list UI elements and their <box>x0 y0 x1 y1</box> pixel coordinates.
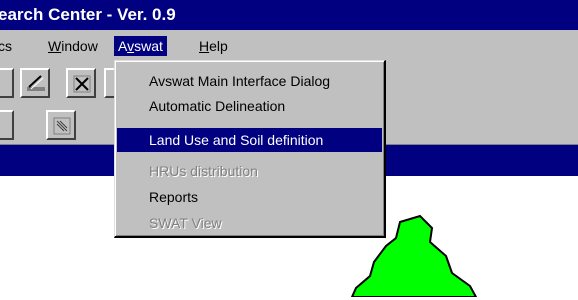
pencil-icon <box>27 75 45 91</box>
edit-tool-button[interactable] <box>20 68 50 98</box>
menu-graphics[interactable]: cs <box>0 36 12 56</box>
menu-item-swat-view: SWAT View <box>149 215 222 231</box>
menu-avswat[interactable]: Avswat <box>114 36 167 56</box>
menu-bar: cs Window Avswat Help <box>0 30 578 60</box>
grid-icon <box>53 117 71 135</box>
title-bar: earch Center - Ver. 0.9 <box>0 0 578 30</box>
menu-item-land-use-soil[interactable]: Land Use and Soil definition <box>117 128 382 152</box>
window-title: earch Center - Ver. 0.9 <box>0 5 176 24</box>
menu-item-automatic-delineation[interactable]: Automatic Delineation <box>117 94 382 118</box>
menu-window[interactable]: Window <box>48 36 98 56</box>
avswat-dropdown-menu: Avswat Main Interface Dialog Automatic D… <box>114 60 386 238</box>
grid-tool-button[interactable] <box>46 110 76 140</box>
menu-item-reports[interactable]: Reports <box>117 185 382 209</box>
menu-item-avswat-main-interface[interactable]: Avswat Main Interface Dialog <box>117 69 382 93</box>
crosshair-icon <box>73 75 91 93</box>
menu-help[interactable]: Help <box>199 36 228 56</box>
toolbar-button-partial-2[interactable] <box>0 110 14 140</box>
menu-item-hru-distribution: HRUs distribution <box>149 163 258 179</box>
zoom-tool-button[interactable] <box>66 68 96 98</box>
toolbar-button-partial[interactable] <box>0 68 14 98</box>
